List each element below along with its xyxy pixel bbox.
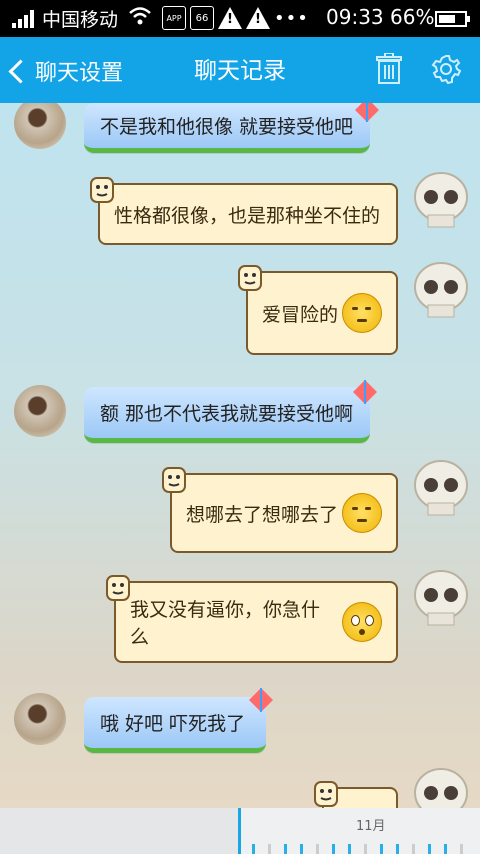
kite-icon — [355, 103, 379, 122]
warning-icon: ! — [246, 7, 270, 29]
message-bubble-left[interactable]: 额 那也不代表我就要接受他啊 — [84, 387, 370, 443]
kite-icon — [353, 380, 377, 404]
trash-icon[interactable] — [375, 53, 403, 85]
sticker-face-icon — [238, 265, 262, 291]
message-bubble-left[interactable]: 不是我和他很像 就要接受他吧 — [84, 103, 370, 153]
warning-icon: ! — [218, 7, 242, 29]
timeline-tick — [460, 844, 463, 854]
message-bubble-right[interactable]: 我又没有逼你，你急什么 — [106, 575, 398, 663]
timeline-past-range — [0, 808, 238, 854]
month-label: 11月 — [356, 819, 386, 834]
my-avatar[interactable] — [412, 569, 470, 629]
my-avatar[interactable] — [412, 261, 470, 321]
unamused-emoji-icon — [342, 493, 382, 533]
notification-icons: APP 66 ! ! ••• — [162, 6, 309, 30]
timeline-tick — [444, 844, 447, 854]
chat-history[interactable]: 不是我和他很像 就要接受他吧 性格都很像，也是那种坐不住的 爱冒险的 额 那也不… — [0, 103, 480, 808]
message-bubble-right[interactable]: 爱冒险的 — [238, 265, 398, 355]
timeline-tick — [284, 844, 287, 854]
sticker-face-icon — [314, 781, 338, 807]
contact-avatar[interactable] — [14, 385, 66, 437]
timeline-tick — [428, 844, 431, 854]
signal-icon — [12, 10, 36, 28]
message-text: 性格都很像，也是那种坐不住的 — [114, 204, 381, 227]
timeline-tick — [396, 844, 399, 854]
battery-percent: 66% — [390, 5, 435, 29]
message-bubble-right[interactable] — [314, 781, 398, 808]
timeline-tick — [268, 844, 271, 854]
message-text: 想哪去了想哪去了 — [186, 503, 339, 526]
timeline-tick — [412, 844, 415, 854]
history-timeline[interactable]: 11月 — [0, 808, 480, 854]
message-text: 哦 好吧 吓死我了 — [100, 713, 246, 735]
my-avatar[interactable] — [412, 171, 470, 231]
kite-icon — [249, 688, 273, 712]
timeline-tick — [252, 844, 255, 854]
message-bubble-left[interactable]: 哦 好吧 吓死我了 — [84, 697, 266, 753]
sticker-face-icon — [106, 575, 130, 601]
timeline-tick — [380, 844, 383, 854]
my-avatar[interactable] — [412, 459, 470, 519]
message-bubble-right[interactable]: 性格都很像，也是那种坐不住的 — [90, 177, 398, 245]
timeline-tick — [364, 844, 367, 854]
contact-avatar[interactable] — [14, 693, 66, 745]
sticker-face-icon — [90, 177, 114, 203]
gear-icon[interactable] — [430, 53, 462, 85]
timeline-marker[interactable] — [238, 808, 241, 854]
app-notification-icon: APP — [162, 6, 186, 30]
carrier-name: 中国移动 — [42, 9, 119, 31]
badge-notification-icon: 66 — [190, 6, 214, 30]
timeline-tick — [300, 844, 303, 854]
timeline-tick — [316, 844, 319, 854]
wifi-icon — [128, 6, 152, 31]
page-title: 聊天记录 — [194, 58, 286, 84]
more-notifications-icon: ••• — [274, 7, 309, 29]
contact-avatar[interactable] — [14, 103, 66, 149]
message-text: 爱冒险的 — [262, 303, 339, 326]
my-avatar[interactable] — [412, 767, 470, 808]
status-bar: 中国移动 APP 66 ! ! ••• 09:33 66% — [0, 0, 480, 37]
sticker-face-icon — [162, 467, 186, 493]
message-text: 我又没有逼你，你急什么 — [130, 599, 321, 648]
title-bar: 聊天设置 聊天记录 — [0, 37, 480, 103]
battery-icon — [435, 11, 470, 27]
relieved-emoji-icon — [342, 293, 382, 333]
message-text: 不是我和他很像 就要接受他吧 — [100, 116, 354, 138]
message-text: 额 那也不代表我就要接受他啊 — [100, 403, 354, 425]
message-bubble-right[interactable]: 想哪去了想哪去了 — [162, 467, 398, 553]
flushed-emoji-icon — [342, 602, 382, 642]
timeline-tick — [348, 844, 351, 854]
timeline-tick — [332, 844, 335, 854]
clock: 09:33 66% — [326, 5, 435, 29]
